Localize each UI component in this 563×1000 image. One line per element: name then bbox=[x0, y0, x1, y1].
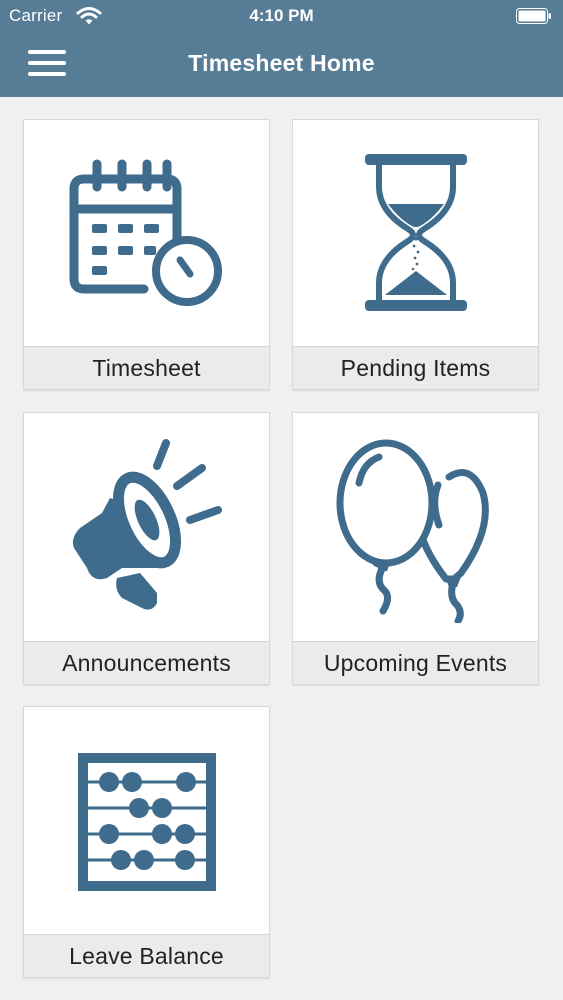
status-bar: Carrier 4:10 PM bbox=[0, 0, 563, 32]
battery-icon bbox=[516, 8, 551, 24]
pending-items-tile[interactable]: Pending Items bbox=[292, 119, 539, 390]
timesheet-tile[interactable]: Timesheet bbox=[23, 119, 270, 390]
tile-label: Upcoming Events bbox=[293, 641, 538, 684]
leave-balance-tile[interactable]: Leave Balance bbox=[23, 706, 270, 978]
navigation-bar: Carrier 4:10 PM Timesheet Home bbox=[0, 0, 563, 97]
page-title: Timesheet Home bbox=[188, 50, 375, 76]
tile-label: Leave Balance bbox=[24, 934, 269, 977]
hourglass-icon bbox=[364, 154, 467, 311]
upcoming-events-tile[interactable]: Upcoming Events bbox=[292, 412, 539, 685]
megaphone-icon bbox=[72, 439, 222, 610]
tile-label: Announcements bbox=[24, 641, 269, 684]
announcements-tile[interactable]: Announcements bbox=[23, 412, 270, 685]
tile-label: Pending Items bbox=[293, 346, 538, 389]
tile-label: Timesheet bbox=[24, 346, 269, 389]
calendar-clock-icon bbox=[69, 159, 222, 306]
status-time: 4:10 PM bbox=[249, 6, 314, 25]
balloons-icon bbox=[336, 439, 489, 623]
abacus-icon bbox=[77, 752, 216, 891]
